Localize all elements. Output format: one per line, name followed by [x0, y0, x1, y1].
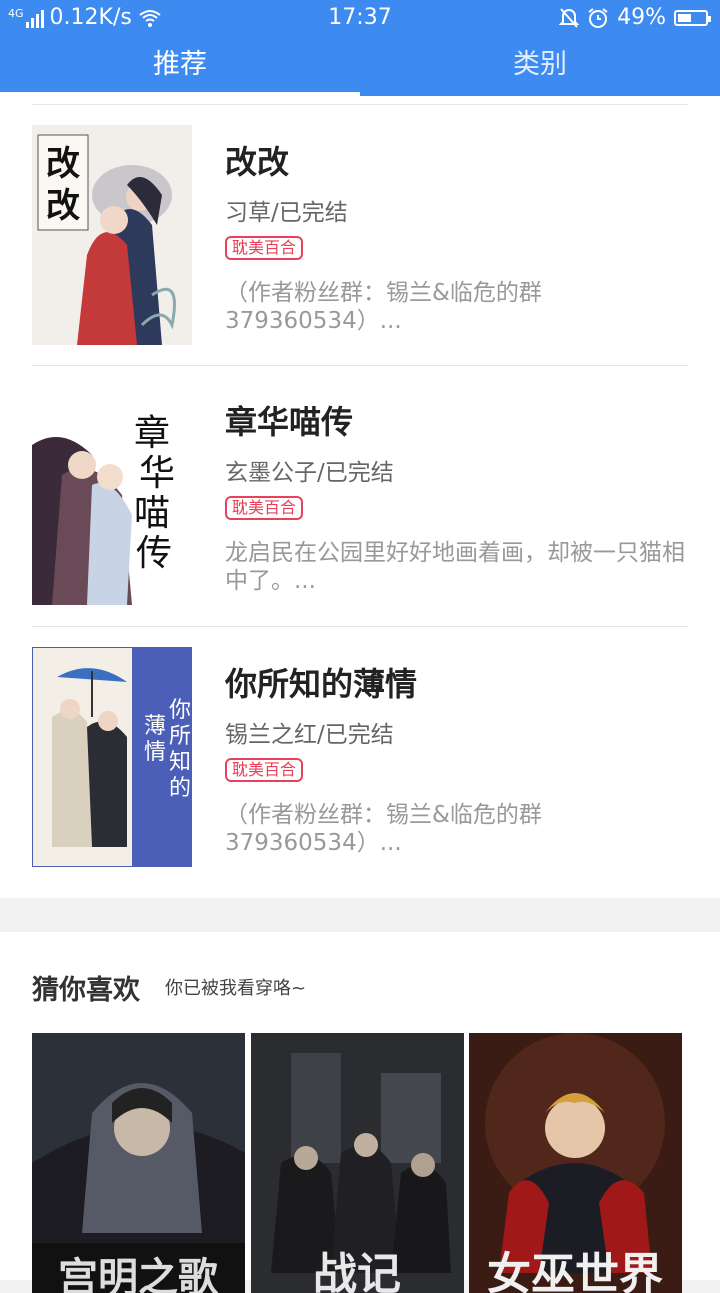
book-list: 改 改 改改 习草/已完结 耽美百合 （作者粉丝群：锡兰&临危的群3793605… [0, 96, 720, 898]
svg-text:你: 你 [169, 698, 191, 723]
book-title: 改改 [225, 143, 290, 181]
svg-text:章: 章 [134, 413, 170, 454]
status-right: 49% [559, 5, 711, 30]
book-genre-tag: 耽美百合 [225, 236, 304, 260]
recommend-book-cover[interactable]: 战记 [251, 1033, 464, 1293]
recommend-cover-title: 女巫世界 [487, 1249, 663, 1293]
svg-text:知: 知 [169, 750, 191, 775]
book-genre-tag: 耽美百合 [225, 758, 304, 782]
book-description: （作者粉丝群：锡兰&临危的群379360534）... [225, 802, 542, 856]
svg-text:所: 所 [169, 724, 191, 749]
book-item[interactable]: 你 所 知 的 薄 情 你所知的薄情 锡兰之红/已完结 耽美百合 （作者粉丝群：… [32, 647, 688, 867]
recommend-book-cover[interactable]: 宫明之歌 [32, 1033, 245, 1293]
svg-text:改: 改 [46, 186, 80, 226]
book-cover: 改 改 [32, 125, 192, 345]
status-bar: 4G 0.12K/s 17:37 49% [0, 0, 720, 38]
book-author-status: 习草/已完结 [225, 200, 348, 226]
book-title: 你所知的薄情 [225, 665, 418, 703]
list-divider [32, 104, 688, 105]
battery-icon [674, 9, 711, 26]
battery-percent: 49% [617, 5, 666, 30]
svg-text:喵: 喵 [134, 493, 170, 534]
book-description: （作者粉丝群：锡兰&临危的群379360534）... [225, 280, 542, 334]
section-title: 猜你喜欢 [32, 975, 140, 1006]
book-author-status: 锡兰之红/已完结 [225, 722, 394, 748]
recommend-cover-title: 战记 [313, 1249, 401, 1293]
alarm-icon [588, 7, 608, 28]
battery-level [678, 13, 691, 22]
mute-bell-icon [559, 7, 580, 28]
svg-text:情: 情 [144, 740, 166, 765]
guess-you-like-section: 猜你喜欢 你已被我看穿咯~ 宫明之歌 战记 女巫世界 [0, 932, 720, 1293]
book-item[interactable]: 章 华 喵 传 章华喵传 玄墨公子/已完结 耽美百合 龙启民在公园里好好地画着画… [32, 385, 688, 605]
svg-text:传: 传 [136, 533, 172, 574]
svg-text:华: 华 [139, 453, 175, 494]
svg-text:改: 改 [46, 144, 80, 184]
book-genre-tag: 耽美百合 [225, 496, 304, 520]
svg-text:的: 的 [169, 776, 191, 801]
book-description: 龙启民在公园里好好地画着画，却被一只猫相中了。... [225, 540, 685, 594]
book-cover: 你 所 知 的 薄 情 [32, 647, 192, 867]
tab-recommend[interactable]: 推荐 [0, 38, 360, 96]
list-divider [32, 626, 688, 627]
list-divider [32, 365, 688, 366]
svg-text:薄: 薄 [144, 714, 166, 739]
top-tabs: 推荐 类别 [0, 38, 720, 96]
book-author-status: 玄墨公子/已完结 [225, 460, 394, 486]
tab-category[interactable]: 类别 [360, 38, 720, 96]
recommend-cover-title: 宫明之歌 [58, 1254, 219, 1293]
section-subtitle: 你已被我看穿咯~ [165, 978, 307, 999]
recommend-book-cover[interactable]: 女巫世界 [469, 1033, 682, 1293]
book-item[interactable]: 改 改 改改 习草/已完结 耽美百合 （作者粉丝群：锡兰&临危的群3793605… [32, 125, 688, 345]
book-cover: 章 华 喵 传 [32, 385, 192, 605]
book-title: 章华喵传 [225, 403, 354, 441]
